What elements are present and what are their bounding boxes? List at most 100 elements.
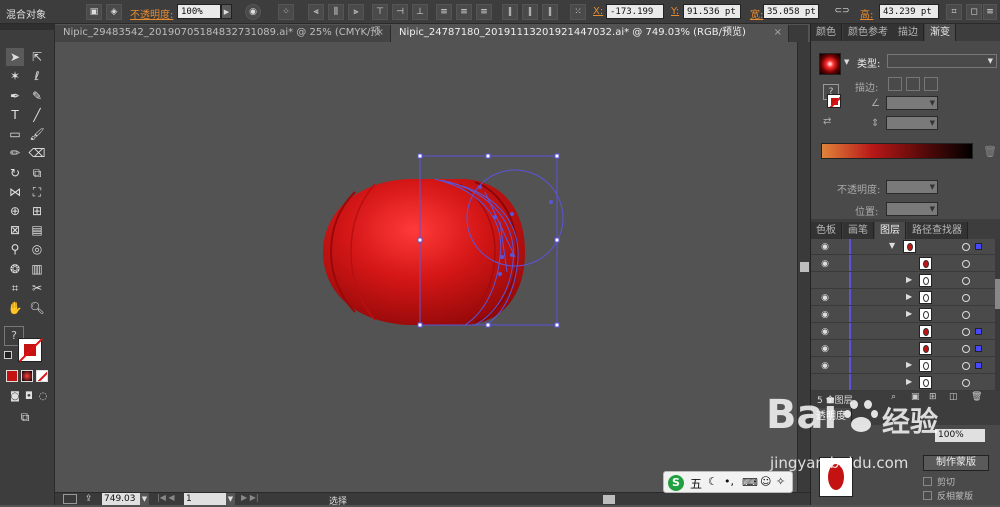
layers-scrollbar[interactable] (995, 239, 1000, 391)
visibility-eye-icon[interactable]: ◉ (819, 327, 831, 337)
selection-indicator[interactable] (975, 328, 982, 335)
tab-swatches[interactable]: 色板 (811, 222, 842, 239)
stroke-within-icon[interactable] (888, 77, 902, 91)
visibility-eye-icon[interactable]: ◉ (819, 310, 831, 320)
horizontal-scroll-thumb[interactable] (603, 495, 615, 504)
shape-builder-tool-icon[interactable]: ⊕ (6, 202, 24, 220)
target-circle-icon[interactable] (962, 294, 970, 302)
target-circle-icon[interactable] (962, 277, 970, 285)
recolor-icon[interactable]: ▣ (86, 4, 102, 20)
target-circle-icon[interactable] (962, 362, 970, 370)
reference-point-icon[interactable]: ⁙ (570, 4, 586, 20)
target-circle-icon[interactable] (962, 345, 970, 353)
zoom-dropdown[interactable]: ▼ (140, 493, 149, 505)
reverse-gradient-icon[interactable]: ⇄ (823, 116, 831, 127)
expand-arrow-icon[interactable]: ▶ (906, 292, 912, 301)
vertical-scroll-thumb[interactable] (800, 262, 809, 272)
layer-row[interactable]: ◉ ▶ (811, 358, 996, 374)
opacity-label[interactable]: 不透明度: (130, 6, 173, 21)
aspect-ratio-input[interactable]: ▼ (886, 116, 938, 130)
symbol-sprayer-tool-icon[interactable]: ❂ (6, 260, 24, 278)
target-circle-icon[interactable] (962, 260, 970, 268)
ime-mode[interactable]: 五 (690, 475, 702, 492)
zoom-tool-icon[interactable]: 🔍︎ (28, 299, 46, 317)
rectangle-tool-icon[interactable]: ▭ (6, 125, 24, 143)
target-circle-icon[interactable] (962, 311, 970, 319)
stop-position-input[interactable]: ▼ (886, 202, 938, 216)
align-left-icon[interactable]: ⫷ (308, 4, 324, 20)
invert-mask-checkbox[interactable] (923, 491, 932, 500)
distribute-right-icon[interactable]: ‖ (542, 4, 558, 20)
stop-opacity-input[interactable]: ▼ (886, 180, 938, 194)
gradient-stroke-swatch[interactable] (827, 94, 841, 108)
export-icon[interactable]: ⇪ (85, 494, 93, 504)
stroke-across-icon[interactable] (924, 77, 938, 91)
transform-icon[interactable]: ⌗ (946, 4, 962, 20)
curvature-tool-icon[interactable]: ✎ (28, 87, 46, 105)
column-graph-tool-icon[interactable]: ▥ (28, 260, 46, 278)
layer-row[interactable]: ▶ (811, 375, 996, 391)
distribute-bottom-icon[interactable]: ≡ (476, 4, 492, 20)
align-top-icon[interactable]: ⊤ (372, 4, 388, 20)
align-center-icon[interactable]: ⫼ (328, 4, 344, 20)
gradient-preview-dropdown-icon[interactable]: ▼ (844, 58, 849, 66)
artboard-tool-icon[interactable]: ⌗ (6, 279, 24, 297)
tab-color[interactable]: 颜色 (811, 24, 842, 41)
align-middle-icon[interactable]: ⊣ (392, 4, 408, 20)
ime-logo-icon[interactable]: S (668, 475, 684, 491)
x-input[interactable]: -173.199 (606, 4, 664, 19)
target-circle-icon[interactable] (962, 328, 970, 336)
page-dropdown[interactable]: ▼ (226, 493, 235, 505)
color-mode-icon[interactable] (6, 370, 18, 382)
layer-row[interactable]: ◉ (811, 324, 996, 340)
pen-tool-icon[interactable]: ✒ (6, 87, 24, 105)
visibility-eye-icon[interactable]: ◉ (819, 344, 831, 354)
artboard-canvas[interactable] (55, 42, 797, 492)
close-tab-1-icon[interactable]: × (376, 25, 384, 41)
line-tool-icon[interactable]: ╱ (28, 106, 46, 124)
align-bottom-icon[interactable]: ⊥ (412, 4, 428, 20)
screen-mode-icon[interactable]: ⧉ (16, 408, 34, 426)
zoom-field[interactable]: 749.03 (102, 493, 140, 505)
next-page-icon[interactable]: ▶ ▶| (241, 493, 259, 502)
link-proportions-icon[interactable]: ⊂⊃ (834, 4, 850, 20)
layer-row[interactable]: ◉ (811, 341, 996, 357)
transform-reference-icon[interactable]: ⁘ (278, 4, 294, 20)
free-transform-tool-icon[interactable]: ⛶ (28, 183, 46, 201)
direct-selection-tool-icon[interactable]: ⇱ (28, 48, 46, 66)
height-input[interactable]: 43.239 pt (879, 4, 939, 19)
slice-tool-icon[interactable]: ✂ (28, 279, 46, 297)
tab-color-guide[interactable]: 颜色参考 (843, 24, 894, 41)
layers-scroll-thumb[interactable] (995, 279, 1000, 309)
scale-tool-icon[interactable]: ⧉ (28, 164, 46, 182)
draw-inside-icon[interactable]: ◌ (34, 388, 52, 406)
paintbrush-tool-icon[interactable]: 🖌︎ (28, 125, 46, 143)
selection-tool-icon[interactable]: ➤ (6, 48, 24, 66)
ime-moon-icon[interactable]: ☾ (708, 475, 718, 488)
blend-tool-icon[interactable]: ◎ (28, 240, 46, 258)
expand-arrow-icon[interactable]: ▶ (906, 275, 912, 284)
selection-indicator[interactable] (975, 362, 982, 369)
default-colors-icon[interactable] (4, 351, 12, 359)
align-right-icon[interactable]: ⫸ (348, 4, 364, 20)
layer-row[interactable]: ◉ ▼ (811, 239, 996, 255)
target-circle-icon[interactable] (962, 379, 970, 387)
ime-keyboard-icon[interactable]: ⌨ (742, 476, 758, 489)
tab-layers[interactable]: 图层 (875, 222, 906, 239)
selection-indicator[interactable] (975, 345, 982, 352)
tab-brushes[interactable]: 画笔 (843, 222, 874, 239)
document-tab-1[interactable]: Nipic_29483542_20190705184832731089.ai* … (55, 25, 391, 54)
mesh-tool-icon[interactable]: ⊠ (6, 221, 24, 239)
selection-indicator[interactable] (975, 243, 982, 250)
gradient-slider[interactable] (821, 143, 973, 159)
opacity-dropdown[interactable]: ▶ (221, 4, 232, 19)
isolate-icon[interactable]: ◈ (106, 4, 122, 20)
distribute-middle-icon[interactable]: ≡ (456, 4, 472, 20)
panel-menu-icon[interactable]: ≡ (983, 4, 997, 20)
stroke-swatch[interactable] (18, 337, 44, 363)
y-input[interactable]: 91.536 pt (683, 4, 741, 19)
expand-arrow-icon[interactable]: ▼ (889, 241, 895, 250)
stroke-along-icon[interactable] (906, 77, 920, 91)
gradient-preview-swatch[interactable] (819, 53, 841, 75)
visibility-eye-icon[interactable]: ◉ (819, 361, 831, 371)
